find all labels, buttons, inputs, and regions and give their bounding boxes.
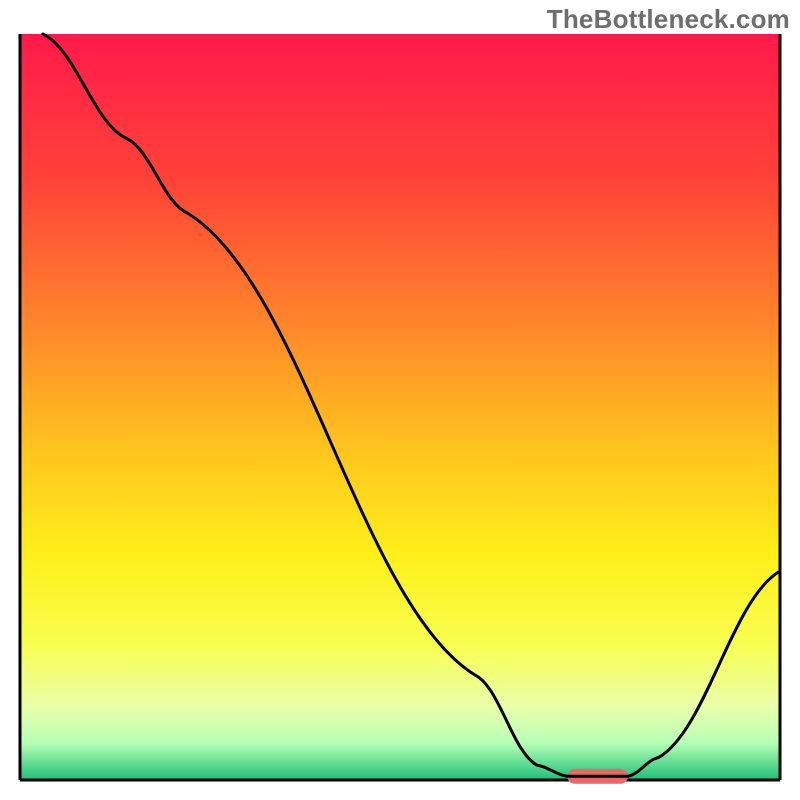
- chart-background: [20, 34, 780, 780]
- watermark-text: TheBottleneck.com: [547, 4, 790, 35]
- bottleneck-chart: [0, 0, 800, 800]
- chart-container: TheBottleneck.com: [0, 0, 800, 800]
